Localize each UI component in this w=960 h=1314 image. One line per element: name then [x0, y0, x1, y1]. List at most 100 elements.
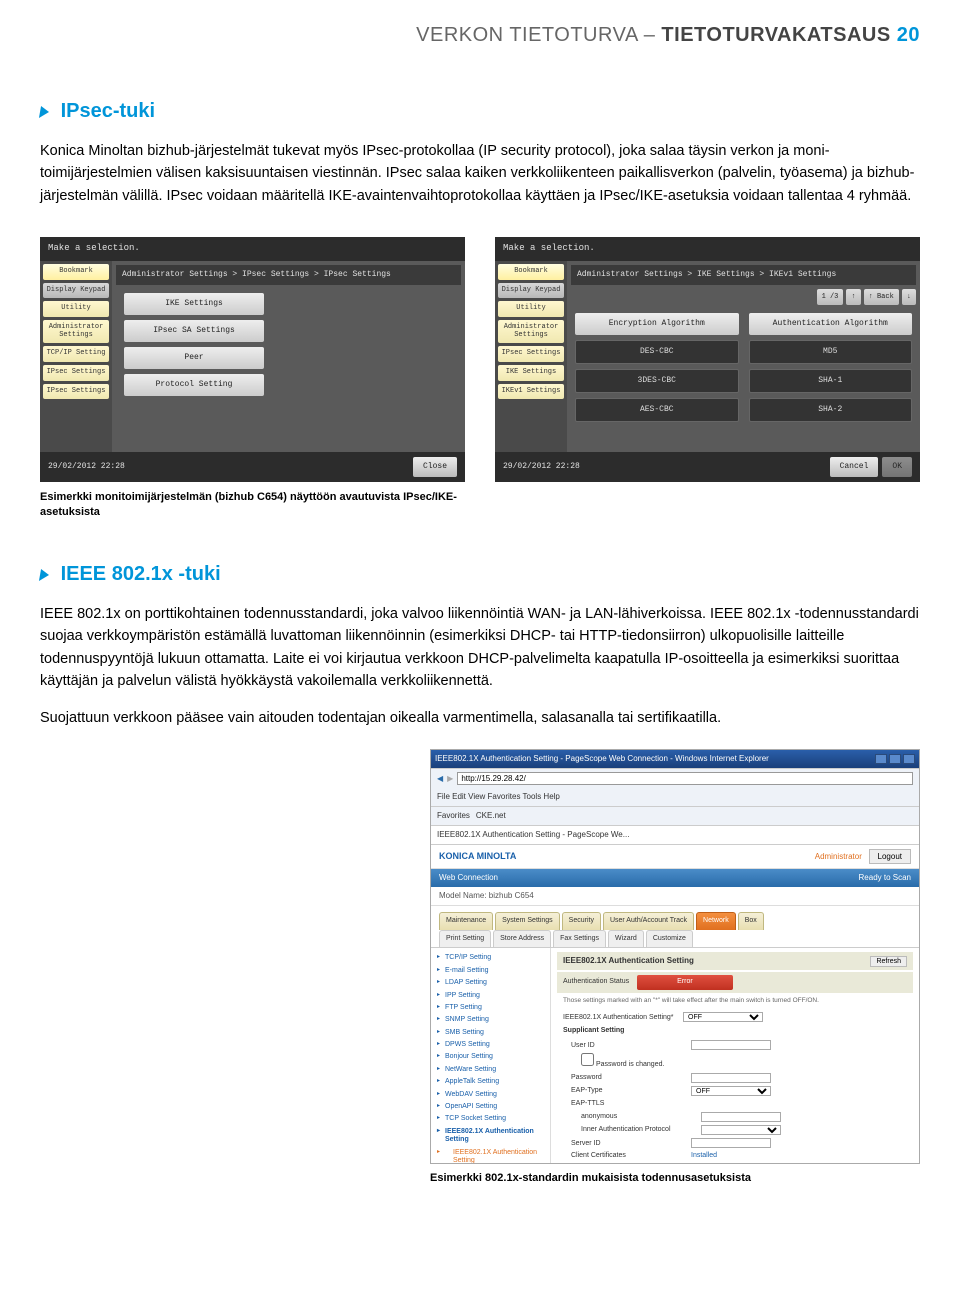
- main-tabs: Maintenance System Settings Security Use…: [431, 906, 919, 930]
- subtab-wizard[interactable]: Wizard: [608, 930, 644, 948]
- browser-menu[interactable]: File Edit View Favorites Tools Help: [431, 788, 919, 806]
- lbl-clientcert: Client Certificates: [571, 1151, 691, 1162]
- header-section: TIETOTURVAKATSAUS: [661, 24, 890, 46]
- browser-title-bar: IEEE802.1X Authentication Setting - Page…: [431, 750, 919, 768]
- mfp1-item-sa[interactable]: IPsec SA Settings: [124, 320, 264, 342]
- mfp2-tab-utility[interactable]: Utility: [498, 301, 564, 317]
- input-userid[interactable]: [691, 1040, 771, 1050]
- mfp2-auth-sha2[interactable]: SHA-2: [749, 398, 913, 422]
- page-header: VERKON TIETOTURVA – TIETOTURVAKATSAUS 20: [40, 0, 920, 80]
- tab-security[interactable]: Security: [562, 912, 601, 930]
- tab-system[interactable]: System Settings: [495, 912, 560, 930]
- refresh-button[interactable]: Refresh: [870, 956, 907, 967]
- ipsec-paragraph: Konica Minoltan bizhub-järjestelmät tuke…: [40, 140, 920, 207]
- mfp2-enc-des[interactable]: DES-CBC: [575, 340, 739, 364]
- mfp1-item-ike[interactable]: IKE Settings: [124, 293, 264, 315]
- lbl-password: Password: [571, 1073, 691, 1084]
- side-appletalk[interactable]: AppleTalk Setting: [435, 1076, 546, 1088]
- mfp2-tab-ikev1[interactable]: IKEv1 Settings: [498, 384, 564, 400]
- subtab-customize[interactable]: Customize: [646, 930, 693, 948]
- auth-status-label: Authentication Status: [563, 977, 629, 988]
- address-input[interactable]: [457, 772, 913, 785]
- mfp1-sidebar: Bookmark Display Keypad Utility Administ…: [40, 261, 112, 453]
- sel-eaptype[interactable]: OFF: [691, 1086, 771, 1096]
- side-dpws[interactable]: DPWS Setting: [435, 1039, 546, 1051]
- mfp1-tab-tcpip[interactable]: TCP/IP Setting: [43, 346, 109, 362]
- model-name: Model Name: bizhub C654: [431, 887, 919, 906]
- mfp2-up-button[interactable]: ↑: [846, 289, 860, 306]
- subtab-fax[interactable]: Fax Settings: [553, 930, 606, 948]
- mfp1-tab-bookmark[interactable]: Bookmark: [43, 264, 109, 280]
- side-webdav[interactable]: WebDAV Setting: [435, 1089, 546, 1101]
- side-smb[interactable]: SMB Setting: [435, 1027, 546, 1039]
- side-ftp[interactable]: FTP Setting: [435, 1002, 546, 1014]
- mfp1-item-peer[interactable]: Peer: [124, 347, 264, 369]
- auth-status-value: Error: [637, 975, 733, 990]
- side-openapi[interactable]: OpenAPI Setting: [435, 1101, 546, 1113]
- mfp1-tab-ipsec[interactable]: IPsec Settings: [43, 365, 109, 381]
- side-ldap[interactable]: LDAP Setting: [435, 977, 546, 989]
- side-netware[interactable]: NetWare Setting: [435, 1064, 546, 1076]
- side-snmp[interactable]: SNMP Setting: [435, 1014, 546, 1026]
- side-bonjour[interactable]: Bonjour Setting: [435, 1051, 546, 1063]
- header-page-number: 20: [897, 24, 920, 46]
- mfp1-tab-keypad[interactable]: Display Keypad: [43, 283, 109, 299]
- input-anonymous[interactable]: [701, 1112, 781, 1122]
- input-password[interactable]: [691, 1073, 771, 1083]
- favorites-item[interactable]: CKE.net: [476, 810, 506, 822]
- lbl-innerauth: Inner Authentication Protocol: [581, 1125, 701, 1136]
- input-serverid[interactable]: [691, 1138, 771, 1148]
- mfp2-tab-admin[interactable]: Administrator Settings: [498, 320, 564, 343]
- mfp2-sidebar: Bookmark Display Keypad Utility Administ…: [495, 261, 567, 453]
- mfp1-tab-admin[interactable]: Administrator Settings: [43, 320, 109, 343]
- sel-auth-setting[interactable]: OFF: [683, 1012, 763, 1022]
- side-tcpip[interactable]: TCP/IP Setting: [435, 952, 546, 964]
- mfp2-auth-md5[interactable]: MD5: [749, 340, 913, 364]
- subtab-print[interactable]: Print Setting: [439, 930, 491, 948]
- mfp2-tab-keypad[interactable]: Display Keypad: [498, 283, 564, 299]
- mfp2-col1-header: Encryption Algorithm: [575, 313, 739, 335]
- mfp2-cancel-button[interactable]: Cancel: [830, 457, 879, 477]
- favorites-label[interactable]: Favorites: [437, 810, 470, 822]
- minimize-icon[interactable]: [875, 754, 887, 764]
- mfp2-enc-aes[interactable]: AES-CBC: [575, 398, 739, 422]
- side-email[interactable]: E-mail Setting: [435, 965, 546, 977]
- mfp2-tab-bookmark[interactable]: Bookmark: [498, 264, 564, 280]
- mfp2-auth-sha1[interactable]: SHA-1: [749, 369, 913, 393]
- mfp2-breadcrumb: Administrator Settings > IKE Settings > …: [571, 265, 916, 285]
- maximize-icon[interactable]: [889, 754, 901, 764]
- mfp2-page-indicator: 1 /3: [817, 289, 844, 306]
- side-ieee-parent[interactable]: IEEE802.1X Authentication Setting: [435, 1126, 546, 1147]
- arrow-icon: [39, 569, 50, 581]
- subtab-store[interactable]: Store Address: [493, 930, 551, 948]
- close-icon[interactable]: [903, 754, 915, 764]
- mfp1-close-button[interactable]: Close: [413, 457, 457, 477]
- logout-button[interactable]: Logout: [869, 849, 911, 864]
- mfp2-down-button[interactable]: ↓: [902, 289, 916, 306]
- mfp2-tab-ipsec[interactable]: IPsec Settings: [498, 346, 564, 362]
- side-ipp[interactable]: IPP Setting: [435, 990, 546, 1002]
- mfp2-ok-button[interactable]: OK: [882, 457, 912, 477]
- tab-box[interactable]: Box: [738, 912, 764, 930]
- ipsec-title-text: IPsec-tuki: [61, 100, 155, 122]
- chk-pwchanged[interactable]: [581, 1053, 594, 1066]
- lbl-pwchanged: Password is changed.: [596, 1061, 664, 1068]
- mfp1-tab-ipsec2[interactable]: IPsec Settings: [43, 384, 109, 400]
- lbl-eaptls: EAP-TTLS: [571, 1099, 691, 1110]
- mfp2-enc-3des[interactable]: 3DES-CBC: [575, 369, 739, 393]
- mfp2-back-button[interactable]: ↑ Back: [864, 289, 899, 306]
- browser-tab[interactable]: IEEE802.1X Authentication Setting - Page…: [431, 825, 919, 845]
- forward-icon[interactable]: ▶: [447, 773, 453, 785]
- mfp1-tab-utility[interactable]: Utility: [43, 301, 109, 317]
- mfp1-item-protocol[interactable]: Protocol Setting: [124, 374, 264, 396]
- side-ieee-setting[interactable]: IEEE802.1X Authentication Setting: [435, 1147, 546, 1164]
- tab-network[interactable]: Network: [696, 912, 736, 930]
- back-icon[interactable]: ◀: [437, 773, 443, 785]
- side-tcpsocket[interactable]: TCP Socket Setting: [435, 1113, 546, 1125]
- sel-innerauth[interactable]: [701, 1125, 781, 1135]
- tab-userauth[interactable]: User Auth/Account Track: [603, 912, 694, 930]
- mfp1-header: Make a selection.: [40, 237, 465, 261]
- mfp2-tab-ike[interactable]: IKE Settings: [498, 365, 564, 381]
- tab-maintenance[interactable]: Maintenance: [439, 912, 493, 930]
- val-clientcert[interactable]: Installed: [691, 1151, 907, 1162]
